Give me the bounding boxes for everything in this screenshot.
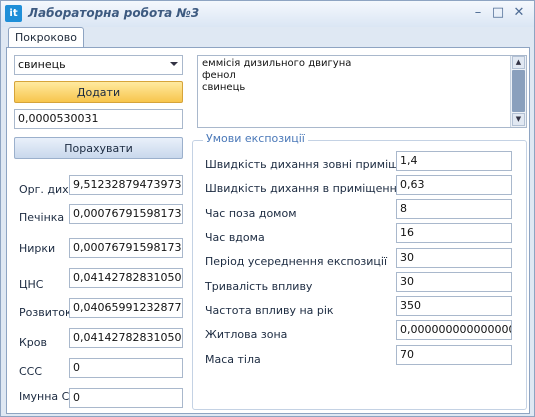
app-window: it Лабораторна робота №3 – □ ✕ Покроково… xyxy=(0,0,535,417)
title-bar: it Лабораторна робота №3 – □ ✕ xyxy=(1,1,534,27)
param-label-exposure-duration: Тривалість впливу xyxy=(205,280,313,293)
scroll-down-icon[interactable]: ▼ xyxy=(512,113,525,126)
list-item[interactable]: свинець xyxy=(202,82,351,94)
result-label-immune: Імунна С xyxy=(19,390,70,403)
param-input-breathing-indoor[interactable]: 0,63 xyxy=(396,175,512,195)
result-label-cns: ЦНС xyxy=(19,278,44,291)
result-value-kidneys[interactable]: 0,00076791598173539 xyxy=(69,238,183,258)
concentration-input[interactable]: 0,0000530031 xyxy=(14,109,183,129)
param-input-residential-zone[interactable]: 0,00000000000000001 xyxy=(396,320,512,340)
exposure-group-title: Умови експозиції xyxy=(203,132,308,145)
param-input-time-home[interactable]: 16 xyxy=(396,223,512,243)
param-input-breathing-outdoor[interactable]: 1,4 xyxy=(396,151,512,171)
window-title: Лабораторна робота №3 xyxy=(28,6,200,20)
list-item[interactable]: еммісія дизильного двигуна xyxy=(202,58,351,70)
param-label-time-home: Час вдома xyxy=(205,231,265,244)
param-label-averaging-period: Період усереднення експозиції xyxy=(205,255,388,268)
result-label-kidneys: Нирки xyxy=(19,242,56,255)
result-label-blood: Кров xyxy=(19,336,48,349)
list-item[interactable]: фенол xyxy=(202,70,351,82)
add-button[interactable]: Додати xyxy=(14,81,183,103)
tab-step-by-step[interactable]: Покроково xyxy=(8,27,84,48)
close-icon[interactable]: ✕ xyxy=(510,4,528,22)
result-label-org-dykh: Орг. дих xyxy=(19,183,69,196)
result-label-liver: Печінка xyxy=(19,211,65,224)
param-label-residential-zone: Житлова зона xyxy=(205,328,288,341)
substance-select[interactable]: свинець xyxy=(14,55,183,75)
param-label-time-outside: Час поза домом xyxy=(205,207,297,220)
calculate-button[interactable]: Порахувати xyxy=(14,137,183,159)
substance-select-value: свинець xyxy=(18,58,66,71)
scroll-thumb[interactable] xyxy=(512,70,525,112)
chevron-down-icon[interactable] xyxy=(170,62,178,66)
param-label-breathing-indoor: Швидкість дихання в приміщенні xyxy=(205,182,400,195)
param-input-averaging-period[interactable]: 30 xyxy=(396,248,512,268)
param-input-body-mass[interactable]: 70 xyxy=(396,345,512,365)
result-value-immune[interactable]: 0 xyxy=(69,388,183,408)
app-icon: it xyxy=(5,5,22,22)
param-input-frequency-per-year[interactable]: 350 xyxy=(396,296,512,316)
restore-icon[interactable]: □ xyxy=(489,4,507,22)
substances-list[interactable]: еммісія дизильного двигуна фенол свинець… xyxy=(197,55,527,128)
result-value-development[interactable]: 0,040659912328774 xyxy=(69,298,183,318)
tab-panel: свинець Додати 0,0000530031 еммісія дизи… xyxy=(6,47,530,414)
result-value-blood[interactable]: 0,0414278283105094 xyxy=(69,328,183,348)
list-scrollbar[interactable]: ▲ ▼ xyxy=(510,56,526,127)
result-value-cvs[interactable]: 0 xyxy=(69,358,183,378)
scroll-up-icon[interactable]: ▲ xyxy=(512,56,525,69)
param-input-exposure-duration[interactable]: 30 xyxy=(396,272,512,292)
substances-list-items: еммісія дизильного двигуна фенол свинець xyxy=(202,58,351,94)
result-value-liver[interactable]: 0,00076791598173539 xyxy=(69,204,183,224)
result-value-org-dykh[interactable]: 9,51232879473973E-8 xyxy=(69,175,183,195)
result-label-cvs: ССС xyxy=(19,365,43,378)
minimize-icon[interactable]: – xyxy=(469,4,487,22)
result-label-development: Розвиток xyxy=(19,306,72,319)
param-input-time-outside[interactable]: 8 xyxy=(396,199,512,219)
result-value-cns[interactable]: 0,0414278283105094 xyxy=(69,268,183,288)
param-label-frequency-per-year: Частота впливу на рік xyxy=(205,304,334,317)
param-label-body-mass: Маса тіла xyxy=(205,353,261,366)
param-label-breathing-outdoor: Швидкість дихання зовні приміщень xyxy=(205,158,419,171)
